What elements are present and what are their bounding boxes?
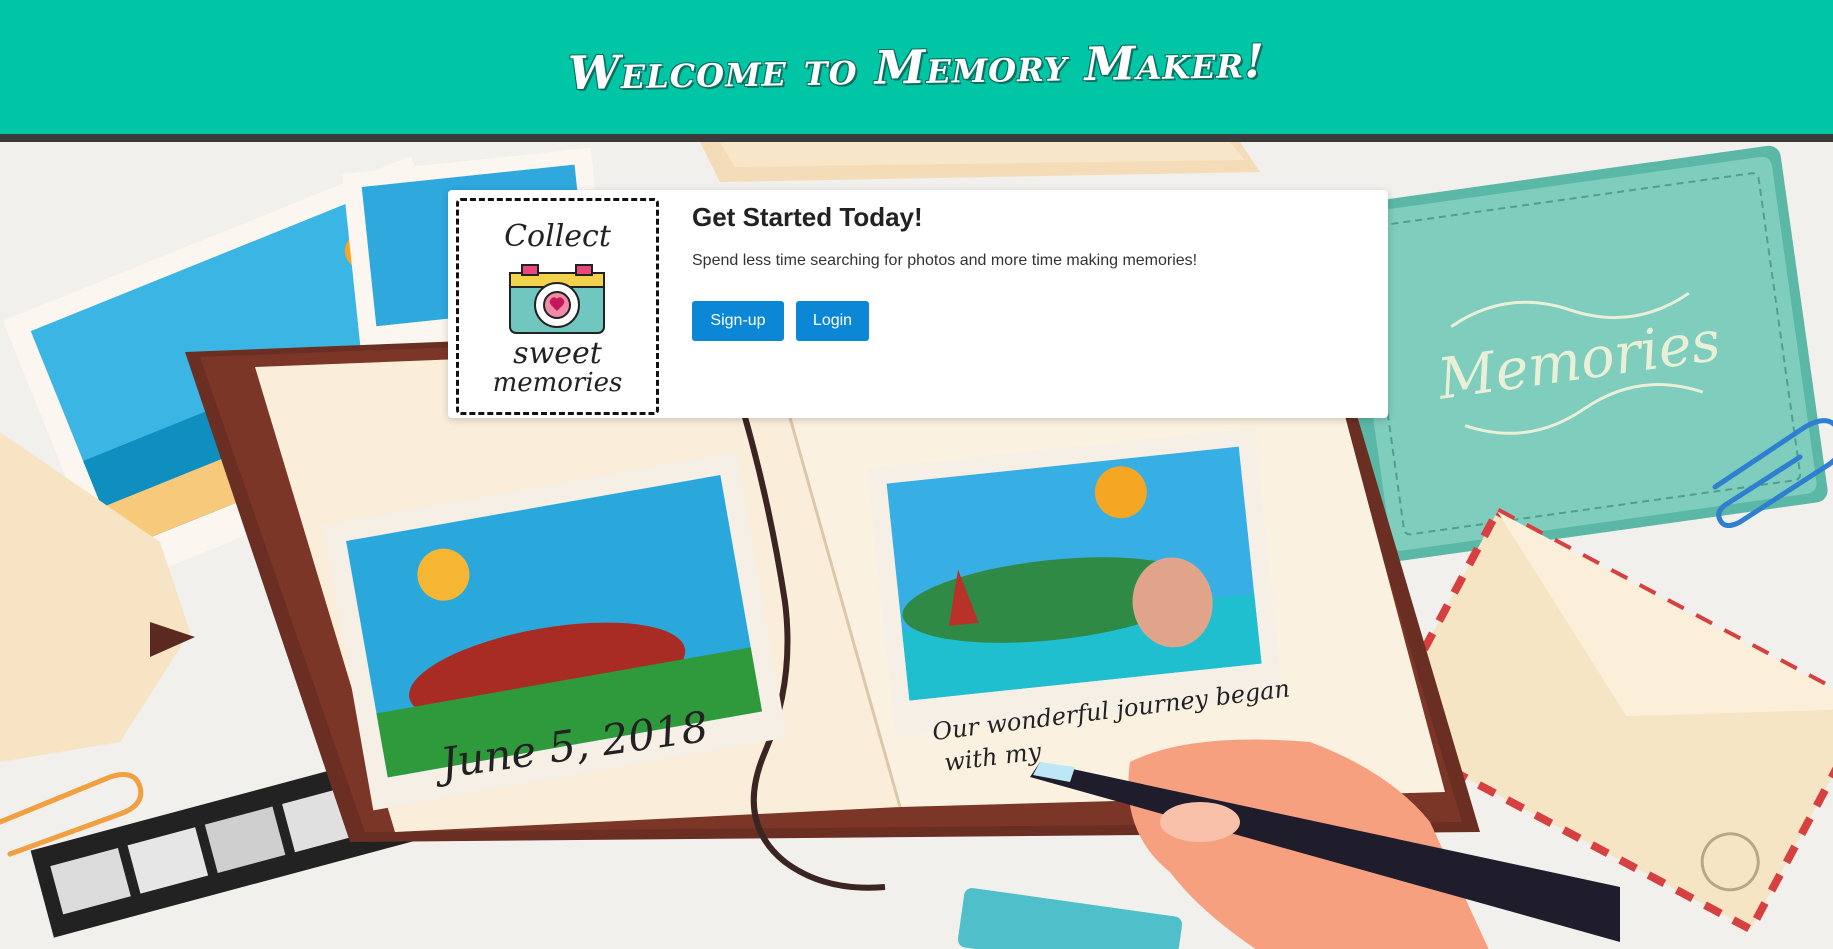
card-title: Get Started Today! (692, 202, 923, 232)
collect-memories-logo: Collect sweet memories (456, 198, 659, 415)
logo-line-collect: Collect (504, 219, 611, 254)
header-divider (0, 134, 1833, 142)
card-description: Spend less time searching for photos and… (692, 252, 1198, 269)
get-started-card: Collect sweet memories Get Started Today… (448, 190, 1388, 418)
memories-book-illustration: Memories (1330, 145, 1828, 563)
login-button[interactable]: Login (796, 301, 869, 341)
site-title: Welcome to Memory Maker! (567, 33, 1266, 101)
site-header: Welcome to Memory Maker! (0, 0, 1833, 134)
camera-icon (509, 264, 605, 334)
logo-line-memories: memories (492, 368, 623, 398)
signup-button[interactable]: Sign-up (692, 301, 784, 341)
logo-line-sweet: sweet (513, 336, 602, 371)
